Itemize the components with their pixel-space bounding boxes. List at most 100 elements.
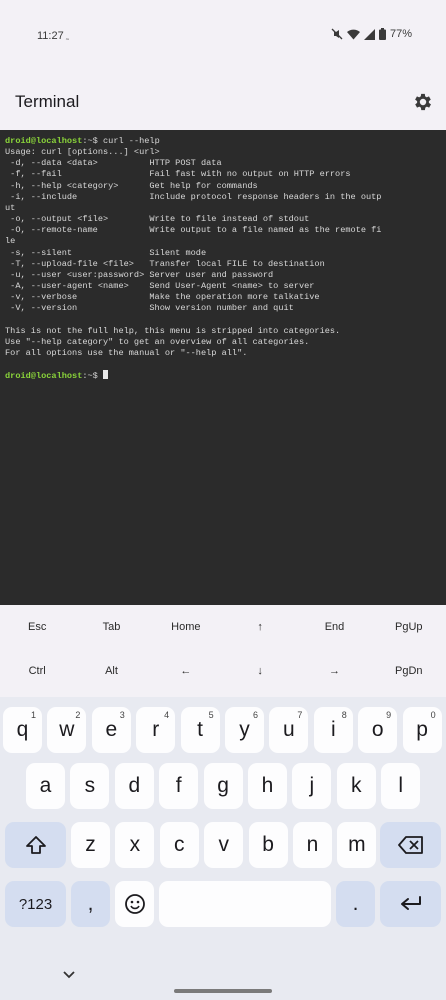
key-label: s xyxy=(84,774,96,797)
key-n[interactable]: n xyxy=(293,822,332,868)
row1-key-0[interactable]: Esc xyxy=(0,605,74,649)
key-m[interactable]: m xyxy=(337,822,377,868)
key-hint: 3 xyxy=(119,710,125,720)
row2-key-1[interactable]: Alt xyxy=(74,649,148,693)
key-i[interactable]: i8 xyxy=(313,707,353,753)
key-hint: 9 xyxy=(386,710,392,720)
app-bar: Terminal xyxy=(0,72,446,130)
terminal-line: ut xyxy=(5,202,16,213)
extra-keys-bar: Esc Tab Home ↑ End PgUp Ctrl Alt ← ↓ → PgDn xyxy=(0,605,446,697)
battery-icon xyxy=(378,28,386,40)
key-s[interactable]: s xyxy=(70,763,110,809)
terminal-line: Usage: curl [options...] <url> xyxy=(5,147,160,158)
period-key[interactable]: . xyxy=(336,881,375,927)
key-b[interactable]: b xyxy=(248,822,288,868)
terminal-line: -O, --remote-name Write output to a file… xyxy=(5,225,382,236)
mute-icon xyxy=(331,28,343,40)
key-hint: 8 xyxy=(341,710,347,720)
shift-key[interactable] xyxy=(5,822,66,868)
key-label: n xyxy=(306,833,319,856)
status-time: 11:27 xyxy=(37,30,64,42)
enter-icon xyxy=(400,896,421,910)
key-l[interactable]: l xyxy=(381,763,421,809)
row1-key-2[interactable]: Home xyxy=(149,605,223,649)
key-j[interactable]: j xyxy=(292,763,332,809)
key-r[interactable]: r4 xyxy=(136,707,176,753)
key-u[interactable]: u7 xyxy=(269,707,309,753)
key-label: ?123 xyxy=(18,895,53,913)
key-w[interactable]: w2 xyxy=(47,707,87,753)
key-p[interactable]: p0 xyxy=(402,707,442,753)
key-q[interactable]: q1 xyxy=(3,707,42,753)
terminal-view[interactable]: droid@localhost:~$ curl --help Usage: cu… xyxy=(0,130,446,605)
key-label: e xyxy=(105,718,118,741)
key-label: , xyxy=(87,892,94,915)
key-g[interactable]: g xyxy=(203,763,243,809)
key-label: r xyxy=(152,718,160,741)
row2-key-0[interactable]: Ctrl xyxy=(0,649,74,693)
terminal-line: For all options use the manual or "--hel… xyxy=(5,347,248,358)
key-label: v xyxy=(218,833,229,856)
terminal-prompt-current: droid@localhost xyxy=(5,371,83,382)
terminal-line: -f, --fail Fail fast with no output on H… xyxy=(5,169,351,180)
key-label: p xyxy=(416,718,428,741)
key-label: i xyxy=(330,718,336,741)
key-label: g xyxy=(217,774,229,797)
gear-icon[interactable] xyxy=(412,91,434,113)
key-label: d xyxy=(128,774,141,797)
key-e[interactable]: e3 xyxy=(91,707,131,753)
key-hint: 1 xyxy=(30,710,36,720)
battery-percent: 77% xyxy=(389,28,412,40)
terminal-line: -V, --version Show version number and qu… xyxy=(5,303,294,314)
space-key[interactable] xyxy=(159,881,331,927)
row1-key-5[interactable]: PgUp xyxy=(372,605,446,649)
row2-key-5[interactable]: PgDn xyxy=(372,649,446,693)
symbols-key[interactable]: ?123 xyxy=(5,881,66,927)
key-x[interactable]: x xyxy=(115,822,155,868)
row1-key-1[interactable]: Tab xyxy=(74,605,148,649)
key-o[interactable]: o9 xyxy=(358,707,398,753)
row2-key-3[interactable]: ↓ xyxy=(223,649,297,693)
key-label: u xyxy=(283,718,295,741)
key-label: c xyxy=(174,833,185,856)
extra-keys-row-1: Esc Tab Home ↑ End PgUp xyxy=(0,605,446,649)
key-f[interactable]: f xyxy=(159,763,199,809)
status-icons: 77% xyxy=(331,28,412,40)
terminal-line: -h, --help <category> Get help for comma… xyxy=(5,180,258,191)
key-label: j xyxy=(309,774,315,797)
key-d[interactable]: d xyxy=(114,763,154,809)
key-label: o xyxy=(371,718,384,741)
terminal-line: This is not the full help, this menu is … xyxy=(5,325,341,336)
row1-key-4[interactable]: End xyxy=(297,605,371,649)
gesture-nav-bar[interactable] xyxy=(174,989,272,993)
enter-key[interactable] xyxy=(380,881,441,927)
key-label: z xyxy=(85,833,96,856)
emoji-key[interactable] xyxy=(115,881,154,927)
key-v[interactable]: v xyxy=(204,822,244,868)
key-label: h xyxy=(261,774,274,797)
key-c[interactable]: c xyxy=(159,822,199,868)
chevron-down-icon[interactable] xyxy=(61,968,77,982)
key-z[interactable]: z xyxy=(71,822,110,868)
key-k[interactable]: k xyxy=(336,763,376,809)
backspace-icon xyxy=(397,836,423,854)
notification-dot-icon: ˷ xyxy=(66,30,69,40)
backspace-key[interactable] xyxy=(380,822,441,868)
terminal-line: -i, --include Include protocol response … xyxy=(5,191,382,202)
terminal-line: -u, --user <user:password> Server user a… xyxy=(5,269,274,280)
key-y[interactable]: y6 xyxy=(225,707,264,753)
wifi-icon xyxy=(346,29,360,39)
row2-key-4[interactable]: → xyxy=(297,649,371,693)
row2-key-2[interactable]: ← xyxy=(149,649,223,693)
key-t[interactable]: t5 xyxy=(180,707,220,753)
key-h[interactable]: h xyxy=(248,763,287,809)
terminal-line: -s, --silent Silent mode xyxy=(5,247,207,258)
terminal-line: Use "--help category" to get an overview… xyxy=(5,336,310,347)
row1-key-3[interactable]: ↑ xyxy=(223,605,297,649)
key-a[interactable]: a xyxy=(26,763,65,809)
key-label: t xyxy=(197,718,204,741)
key-label: a xyxy=(39,774,52,797)
comma-key[interactable]: , xyxy=(71,881,110,927)
key-label: m xyxy=(348,833,366,856)
terminal-command: curl --help xyxy=(103,136,160,146)
